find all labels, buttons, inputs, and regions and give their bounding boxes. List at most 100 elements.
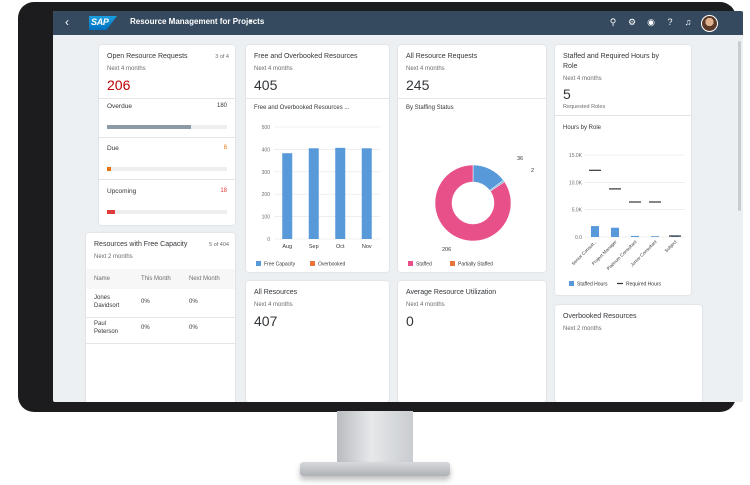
- card-title: Overbooked Resources: [563, 313, 637, 320]
- utilization-card[interactable]: Average Resource Utilization Next 4 mont…: [398, 281, 546, 402]
- card-subtitle: Next 2 months: [94, 254, 133, 260]
- sap-logo[interactable]: SAP: [89, 16, 117, 30]
- legend-swatch-staffed: [569, 281, 574, 286]
- y-tick-label: 200: [262, 192, 271, 198]
- kpi-value: 245: [406, 77, 430, 93]
- logo-text: SAP: [91, 17, 109, 27]
- legend-swatch-staffed: [408, 261, 413, 266]
- card-counter: 3 of 4: [215, 54, 229, 60]
- divider: [99, 137, 235, 138]
- free-overbooked-chart: 0 100 200 300 400 500 Aug Sep Oct Nov Free Capacit…: [256, 125, 380, 268]
- card-title: Open Resource Requests: [107, 53, 188, 60]
- y-tick-label: 500: [262, 125, 271, 131]
- free-capacity-card[interactable]: Resources with Free Capacity 5 of 404 Ne…: [86, 233, 235, 402]
- free-overbooked-card[interactable]: Free and Overbooked Resources Next 4 mon…: [246, 45, 389, 272]
- row-this-month: 0%: [141, 299, 150, 305]
- staffing-status-chart: 36 2 206 Staffed Partially Staffed: [408, 156, 534, 268]
- row-name-line1: Paul: [94, 321, 107, 327]
- divider: [86, 343, 235, 344]
- legend-label-staffed: Staffed Hours: [577, 282, 608, 288]
- row-value-overdue: 180: [216, 103, 227, 109]
- info-icon[interactable]: ?: [665, 17, 675, 27]
- divider: [99, 98, 235, 99]
- chart-title: Free and Overbooked Resources ...: [254, 105, 350, 111]
- row-name-line2: Davidsort: [94, 303, 120, 309]
- search-icon[interactable]: ⚲: [608, 17, 618, 27]
- y-tick-label: 0: [267, 237, 270, 243]
- progress-upcoming: [107, 210, 227, 214]
- monitor-bezel: ‹ SAP Resource Management for Projects ▾…: [18, 2, 743, 412]
- bar-free-capacity: [282, 153, 293, 239]
- table-row[interactable]: Paul Peterson 0% 0%: [86, 319, 235, 343]
- column-name[interactable]: Name: [94, 276, 110, 282]
- bar-free-capacity: [308, 148, 319, 239]
- all-resources-card[interactable]: All Resources Next 4 months 407: [246, 281, 389, 402]
- column-next-month[interactable]: Next Month: [189, 276, 220, 282]
- bar-free-capacity: [335, 147, 346, 239]
- row-this-month: 0%: [141, 325, 150, 331]
- divider: [246, 98, 389, 99]
- hours-by-role-chart: 0.05.0K10.0K15.0KSenior Consult...Projec…: [569, 153, 685, 288]
- y-tick-label: 15.0K: [569, 153, 583, 159]
- progress-fill-due: [107, 167, 111, 171]
- all-requests-card[interactable]: All Resource Requests Next 4 months 245 …: [398, 45, 546, 272]
- card-title: Average Resource Utilization: [406, 289, 497, 296]
- row-name-line1: Jones: [94, 295, 111, 301]
- bar-staffed-hours: [611, 227, 619, 237]
- card-title: Free and Overbooked Resources: [254, 53, 358, 60]
- progress-fill-overdue: [107, 125, 191, 129]
- legend-swatch-partial: [450, 261, 455, 266]
- help-icon[interactable]: ◉: [646, 17, 656, 27]
- x-tick-label: Oct: [336, 244, 345, 250]
- row-label-upcoming: Upcoming: [107, 188, 137, 195]
- card-title: Staffed and Required Hours by: [563, 53, 659, 60]
- card-subtitle: Next 4 months: [254, 66, 293, 72]
- y-tick-label: 400: [262, 147, 271, 153]
- card-title: All Resources: [254, 289, 298, 296]
- settings-icon[interactable]: ⚙: [627, 17, 637, 27]
- x-tick-label: Aug: [282, 244, 292, 250]
- table-header: Name This Month Next Month: [86, 269, 235, 289]
- open-requests-card[interactable]: Open Resource Requests 3 of 4 Next 4 mon…: [99, 45, 235, 225]
- shell-bar: ‹ SAP Resource Management for Projects ▾…: [53, 11, 743, 35]
- legend-label-overbooked: Overbooked: [318, 262, 345, 268]
- divider: [99, 179, 235, 180]
- bar-staffed-hours: [651, 236, 659, 237]
- kpi-value: 0: [406, 313, 414, 329]
- y-tick-label: 100: [262, 215, 271, 221]
- scrollbar[interactable]: [738, 41, 741, 211]
- row-label-due: Due: [107, 145, 119, 152]
- column-this-month[interactable]: This Month: [141, 276, 171, 282]
- row-next-month: 0%: [189, 325, 198, 331]
- card-title: All Resource Requests: [406, 53, 478, 60]
- legend-label-partial: Partially Staffed: [458, 262, 493, 268]
- card-subtitle: Next 4 months: [406, 66, 445, 72]
- app-title[interactable]: Resource Management for Projects: [130, 17, 264, 26]
- divider: [398, 98, 546, 99]
- avatar[interactable]: [701, 15, 718, 32]
- row-value-due: 8: [223, 145, 227, 151]
- x-tick-label: Sep: [309, 244, 319, 250]
- back-icon[interactable]: ‹: [65, 15, 69, 29]
- y-tick-label: 10.0K: [569, 180, 583, 186]
- staffed-required-card[interactable]: Staffed and Required Hours by Role Next …: [555, 45, 691, 295]
- kpi-value: 405: [254, 77, 278, 93]
- bell-icon[interactable]: ♫: [683, 17, 693, 27]
- card-subtitle: Next 4 months: [406, 302, 445, 308]
- chart-title: By Staffing Status: [406, 105, 454, 111]
- table-row[interactable]: Jones Davidsort 0% 0%: [86, 293, 235, 317]
- overbooked-card[interactable]: Overbooked Resources Next 2 months: [555, 305, 702, 402]
- card-title: Resources with Free Capacity: [94, 241, 188, 248]
- row-label-overdue: Overdue: [107, 103, 132, 110]
- y-tick-label: 0.0: [575, 235, 582, 241]
- card-title-line2: Role: [563, 63, 578, 70]
- x-tick-label: Subject: [664, 239, 679, 254]
- chevron-down-icon[interactable]: ▾: [249, 17, 253, 25]
- bar-staffed-hours: [591, 226, 599, 237]
- divider: [555, 115, 691, 116]
- card-subtitle: Next 2 months: [563, 326, 602, 332]
- legend-swatch-free: [256, 261, 261, 266]
- kpi-value: 407: [254, 313, 278, 329]
- legend-label-staffed: Staffed: [416, 262, 432, 268]
- monitor-stand-neck: [337, 411, 413, 467]
